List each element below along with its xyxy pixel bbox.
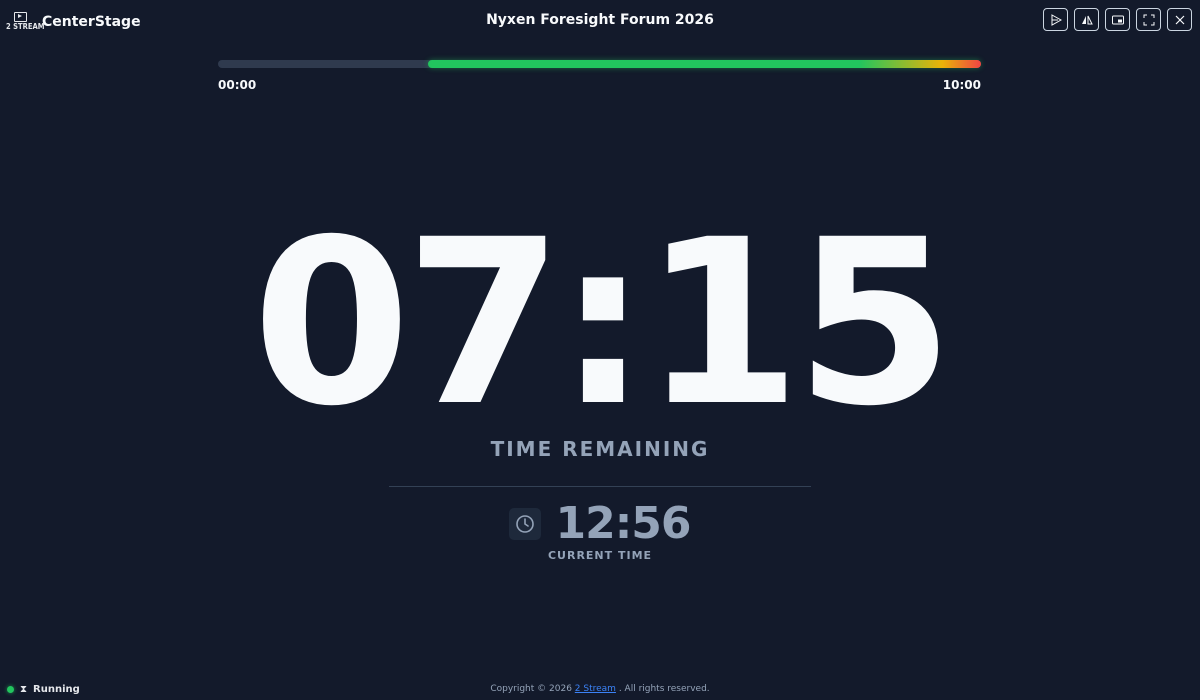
timer-page: 2 STREAM CenterStage Nyxen Foresight For… <box>0 0 1200 700</box>
picture-in-picture-button[interactable] <box>1105 8 1130 31</box>
progress-start-label: 00:00 <box>218 78 257 92</box>
toolbar <box>1043 8 1192 31</box>
copyright-prefix: Copyright © 2026 <box>490 684 572 694</box>
flip-mirror-icon <box>1081 15 1093 24</box>
progress: 00:00 10:00 <box>218 60 981 92</box>
progress-track <box>218 60 981 68</box>
fullscreen-icon <box>1143 14 1154 25</box>
event-title: Nyxen Foresight Forum 2026 <box>486 12 714 28</box>
close-icon <box>1175 15 1184 24</box>
progress-end-label: 10:00 <box>942 78 981 92</box>
clock-badge <box>509 508 542 540</box>
picture-in-picture-icon <box>1111 15 1124 24</box>
close-button[interactable] <box>1167 8 1192 31</box>
copyright-suffix: . All rights reserved. <box>618 684 710 694</box>
company-link[interactable]: 2 Stream <box>575 684 616 694</box>
current-time-row: 12:56 <box>0 499 1200 549</box>
progress-fill <box>427 60 981 68</box>
current-time-label: CURRENT TIME <box>547 549 653 562</box>
clock-icon <box>516 515 535 533</box>
divider <box>389 486 811 487</box>
current-time: 12:56 <box>555 498 691 549</box>
send-message-button[interactable] <box>1043 8 1068 31</box>
fullscreen-button[interactable] <box>1136 8 1161 31</box>
progress-labels: 00:00 10:00 <box>218 78 981 92</box>
flip-mirror-button[interactable] <box>1074 8 1099 31</box>
send-message-icon <box>1051 13 1062 26</box>
copyright: Copyright © 2026 2 Stream . All rights r… <box>0 684 1200 694</box>
countdown-display: 07:15 <box>252 190 954 456</box>
countdown-label: TIME REMAINING <box>490 437 710 461</box>
